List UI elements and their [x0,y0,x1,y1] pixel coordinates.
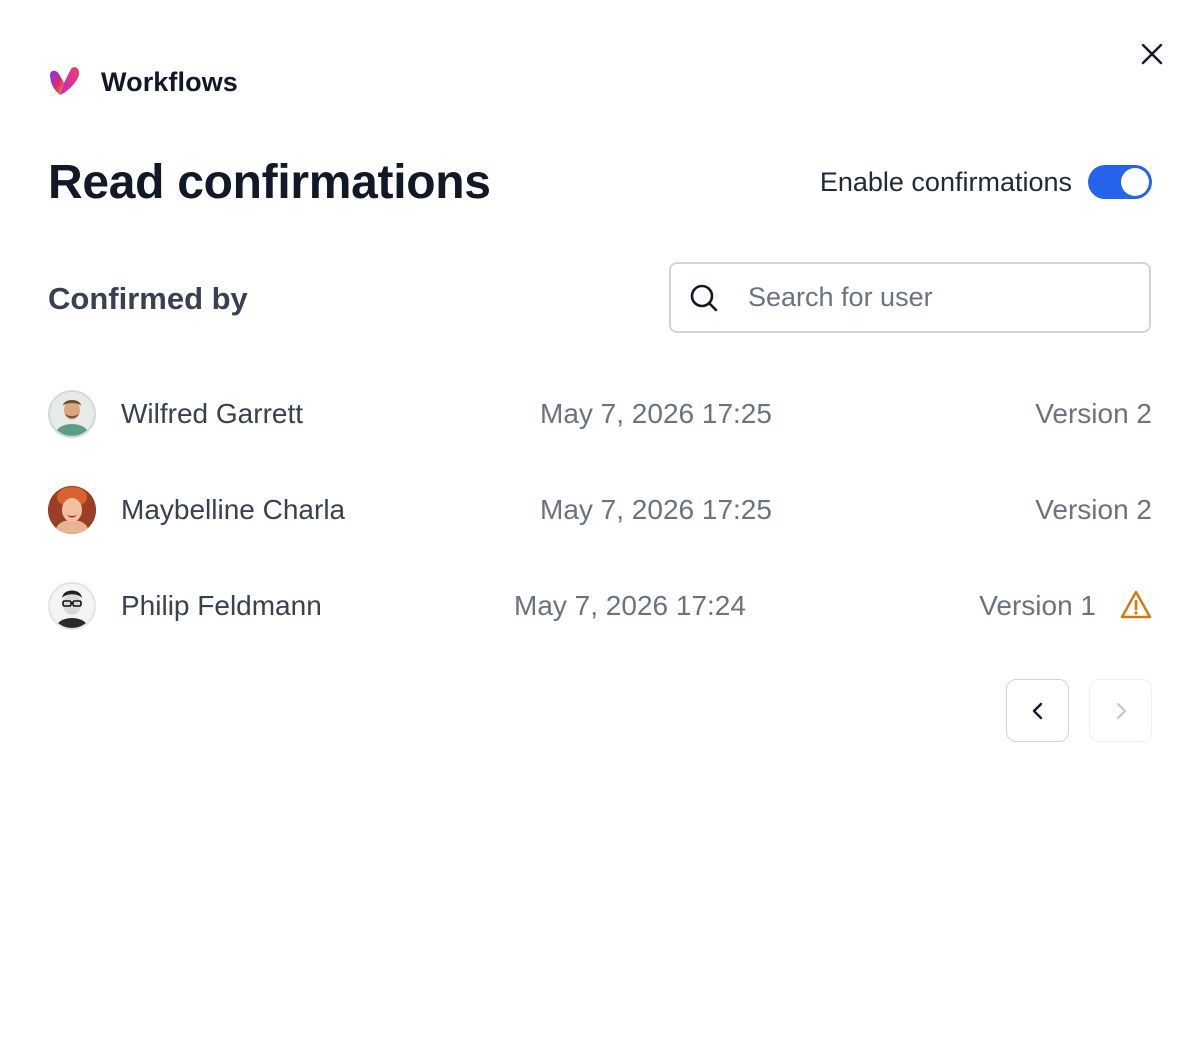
list-item[interactable]: Philip Feldmann May 7, 2026 17:24 Versio… [48,558,1152,654]
close-button[interactable] [1136,38,1168,70]
chevron-left-icon [1032,702,1042,719]
search-input[interactable] [746,281,1130,314]
user-name: Maybelline Charla [121,494,346,525]
avatar [48,486,96,534]
avatar [48,582,96,630]
confirmation-date: May 7, 2026 17:25 [540,494,772,525]
app-header: Workflows [46,64,238,100]
read-confirmations-dialog: Workflows Read confirmations Enable conf… [0,0,1200,1052]
close-icon [1141,43,1163,65]
chevron-right-icon [1116,702,1126,719]
confirmation-date: May 7, 2026 17:24 [514,590,746,621]
app-title: Workflows [101,66,238,97]
confirmation-date: May 7, 2026 17:25 [540,398,772,429]
enable-confirmations-control: Enable confirmations [820,162,1152,202]
avatar [48,390,96,438]
list-item[interactable]: Maybelline Charla May 7, 2026 17:25 Vers… [48,462,1152,558]
previous-page-button[interactable] [1006,679,1069,742]
workflows-heart-logo-icon [46,64,82,100]
search-box[interactable] [669,262,1151,333]
enable-confirmations-toggle[interactable] [1088,165,1152,199]
pagination [1006,679,1152,742]
enable-confirmations-label: Enable confirmations [819,166,1072,197]
user-name: Wilfred Garrett [121,398,304,429]
next-page-button[interactable] [1089,679,1152,742]
warning-icon [1120,590,1152,619]
search-icon [688,282,720,314]
version-label: Version 2 [1035,398,1152,429]
version-label: Version 2 [1035,494,1152,525]
page-title: Read confirmations [48,156,491,209]
version-label: Version 1 [979,590,1096,621]
confirmed-by-heading: Confirmed by [48,281,248,316]
user-name: Philip Feldmann [121,590,322,621]
toggle-knob [1121,168,1149,196]
confirmation-list: Wilfred Garrett May 7, 2026 17:25 Versio… [48,366,1152,654]
list-item[interactable]: Wilfred Garrett May 7, 2026 17:25 Versio… [48,366,1152,462]
